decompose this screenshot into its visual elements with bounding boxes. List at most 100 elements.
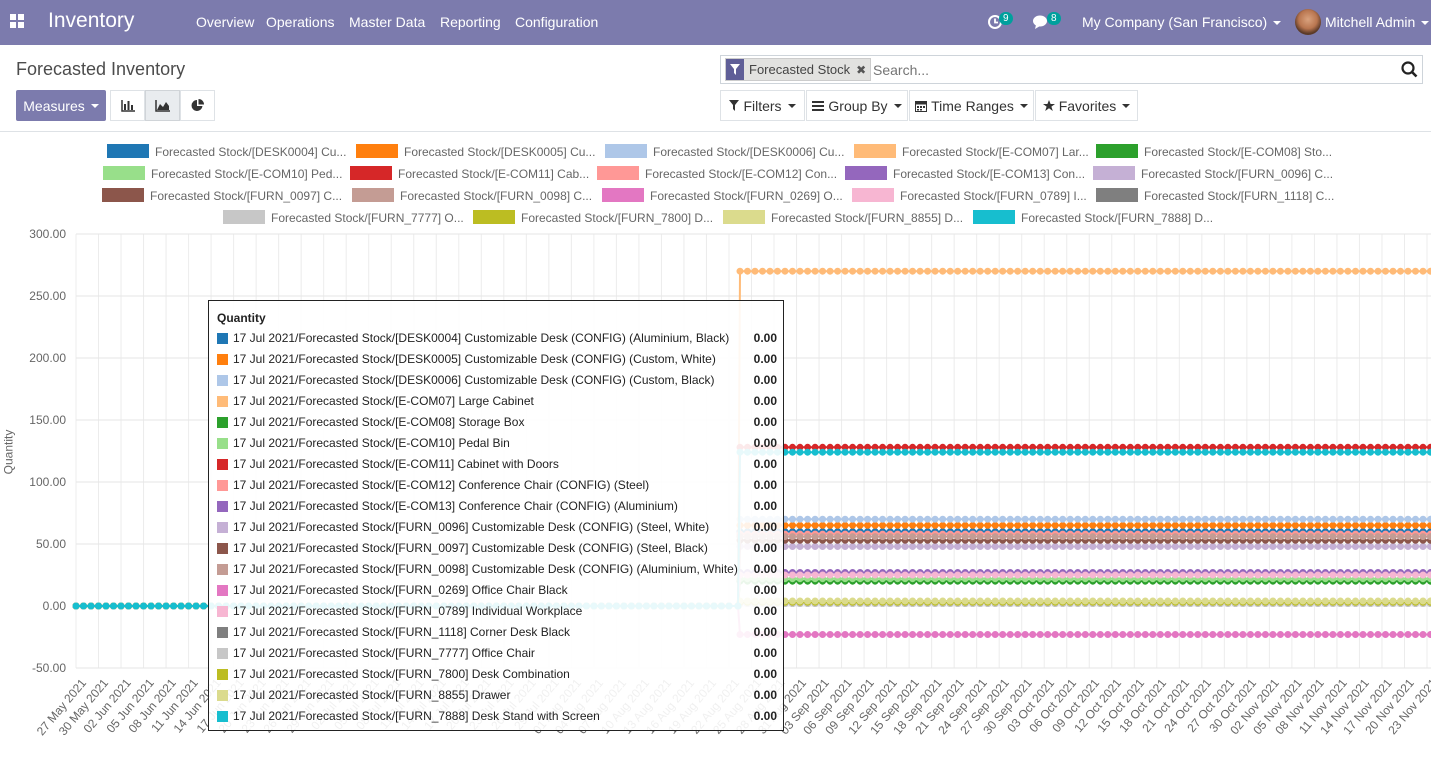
data-point — [1029, 530, 1037, 538]
data-point — [909, 448, 917, 456]
data-point — [1209, 267, 1217, 275]
data-point — [95, 602, 102, 610]
data-point — [1149, 575, 1157, 583]
data-point — [1126, 600, 1134, 607]
avatar[interactable] — [1295, 9, 1321, 35]
data-point — [864, 443, 872, 451]
data-point — [125, 602, 132, 610]
data-point — [1352, 577, 1359, 585]
search-input[interactable] — [873, 60, 1393, 80]
data-point — [931, 631, 939, 638]
company-switcher[interactable]: My Company (San Francisco) — [1082, 14, 1282, 30]
data-point — [1044, 600, 1052, 607]
menu-operations[interactable]: Operations — [266, 14, 334, 30]
tooltip-swatch — [217, 396, 228, 407]
data-point — [200, 602, 208, 610]
legend-label: Forecasted Stock/[FURN_1118] C... — [1144, 189, 1335, 203]
data-point — [177, 602, 185, 610]
tooltip-row: 17 Jul 2021/Forecasted Stock/[FURN_0097]… — [217, 541, 777, 555]
data-point — [1119, 543, 1127, 550]
time-ranges-button[interactable]: Time Ranges — [909, 90, 1034, 121]
data-point — [1359, 597, 1367, 605]
data-point — [856, 577, 864, 585]
data-point — [1291, 443, 1299, 451]
data-point — [1209, 515, 1217, 523]
data-point — [976, 597, 984, 605]
data-point — [1006, 569, 1014, 576]
data-point — [1427, 530, 1431, 538]
filters-button[interactable]: Filters — [720, 90, 805, 121]
data-point — [1291, 575, 1299, 583]
data-point — [1014, 571, 1022, 579]
data-point — [999, 577, 1007, 585]
search-icon[interactable] — [1401, 61, 1418, 81]
data-point — [1291, 571, 1299, 579]
data-point — [1179, 528, 1187, 536]
legend-label: Forecasted Stock/[E-COM07] Lar... — [902, 145, 1089, 159]
data-point — [80, 602, 87, 610]
apps-menu-icon[interactable] — [10, 14, 24, 28]
data-point — [811, 600, 819, 607]
menu-overview[interactable]: Overview — [196, 14, 254, 30]
line-chart-button[interactable] — [145, 90, 180, 121]
data-point — [1239, 530, 1247, 538]
data-point — [856, 597, 864, 605]
data-point — [1179, 443, 1187, 451]
data-point — [1427, 600, 1431, 607]
data-point — [999, 528, 1007, 536]
data-point — [969, 571, 977, 579]
data-point — [1126, 571, 1134, 579]
data-point — [774, 267, 781, 275]
data-point — [1224, 536, 1232, 544]
data-point — [147, 602, 155, 610]
data-point — [1367, 267, 1374, 275]
search-bar[interactable]: Forecasted Stock ✖ — [720, 55, 1423, 84]
data-point — [1209, 571, 1217, 579]
y-tick-label: 0.00 — [42, 599, 66, 613]
data-point — [1359, 600, 1367, 607]
data-point — [999, 600, 1007, 607]
legend-swatch — [723, 210, 765, 224]
user-name: Mitchell Admin — [1325, 14, 1416, 30]
data-point — [1081, 536, 1089, 544]
data-point — [1344, 448, 1352, 456]
user-menu[interactable]: Mitchell Admin — [1325, 14, 1430, 30]
app-title[interactable]: Inventory — [48, 9, 134, 33]
group-by-button[interactable]: Group By — [806, 90, 908, 121]
data-point — [1246, 571, 1254, 579]
data-point — [1186, 448, 1194, 456]
data-point — [1089, 448, 1097, 456]
data-point — [95, 602, 102, 610]
data-point — [1164, 443, 1172, 451]
data-point — [1179, 267, 1187, 275]
pie-chart-button[interactable] — [180, 90, 215, 121]
data-point — [1344, 543, 1352, 550]
legend-label: Forecasted Stock/[FURN_0269] O... — [650, 189, 843, 203]
bar-chart-button[interactable] — [110, 90, 145, 121]
data-point — [789, 598, 796, 606]
data-point — [834, 600, 842, 607]
data-point — [1216, 569, 1224, 576]
data-point — [946, 528, 954, 536]
data-point — [856, 598, 864, 606]
remove-facet-icon[interactable]: ✖ — [856, 63, 866, 77]
data-point — [1329, 521, 1337, 529]
data-point — [72, 602, 80, 610]
menu-configuration[interactable]: Configuration — [515, 14, 598, 30]
favorites-button[interactable]: Favorites — [1035, 90, 1138, 121]
measures-button[interactable]: Measures — [16, 90, 106, 121]
data-point — [1329, 577, 1337, 585]
data-point — [924, 577, 932, 585]
data-point — [140, 602, 148, 610]
data-point — [1111, 443, 1119, 451]
data-point — [1111, 575, 1119, 583]
data-point — [1021, 267, 1029, 275]
data-point — [1014, 443, 1022, 451]
data-point — [1104, 536, 1112, 544]
data-point — [95, 602, 102, 610]
data-point — [132, 602, 140, 610]
data-point — [886, 631, 894, 638]
menu-reporting[interactable]: Reporting — [440, 14, 501, 30]
data-point — [1374, 515, 1382, 523]
menu-master-data[interactable]: Master Data — [349, 14, 425, 30]
